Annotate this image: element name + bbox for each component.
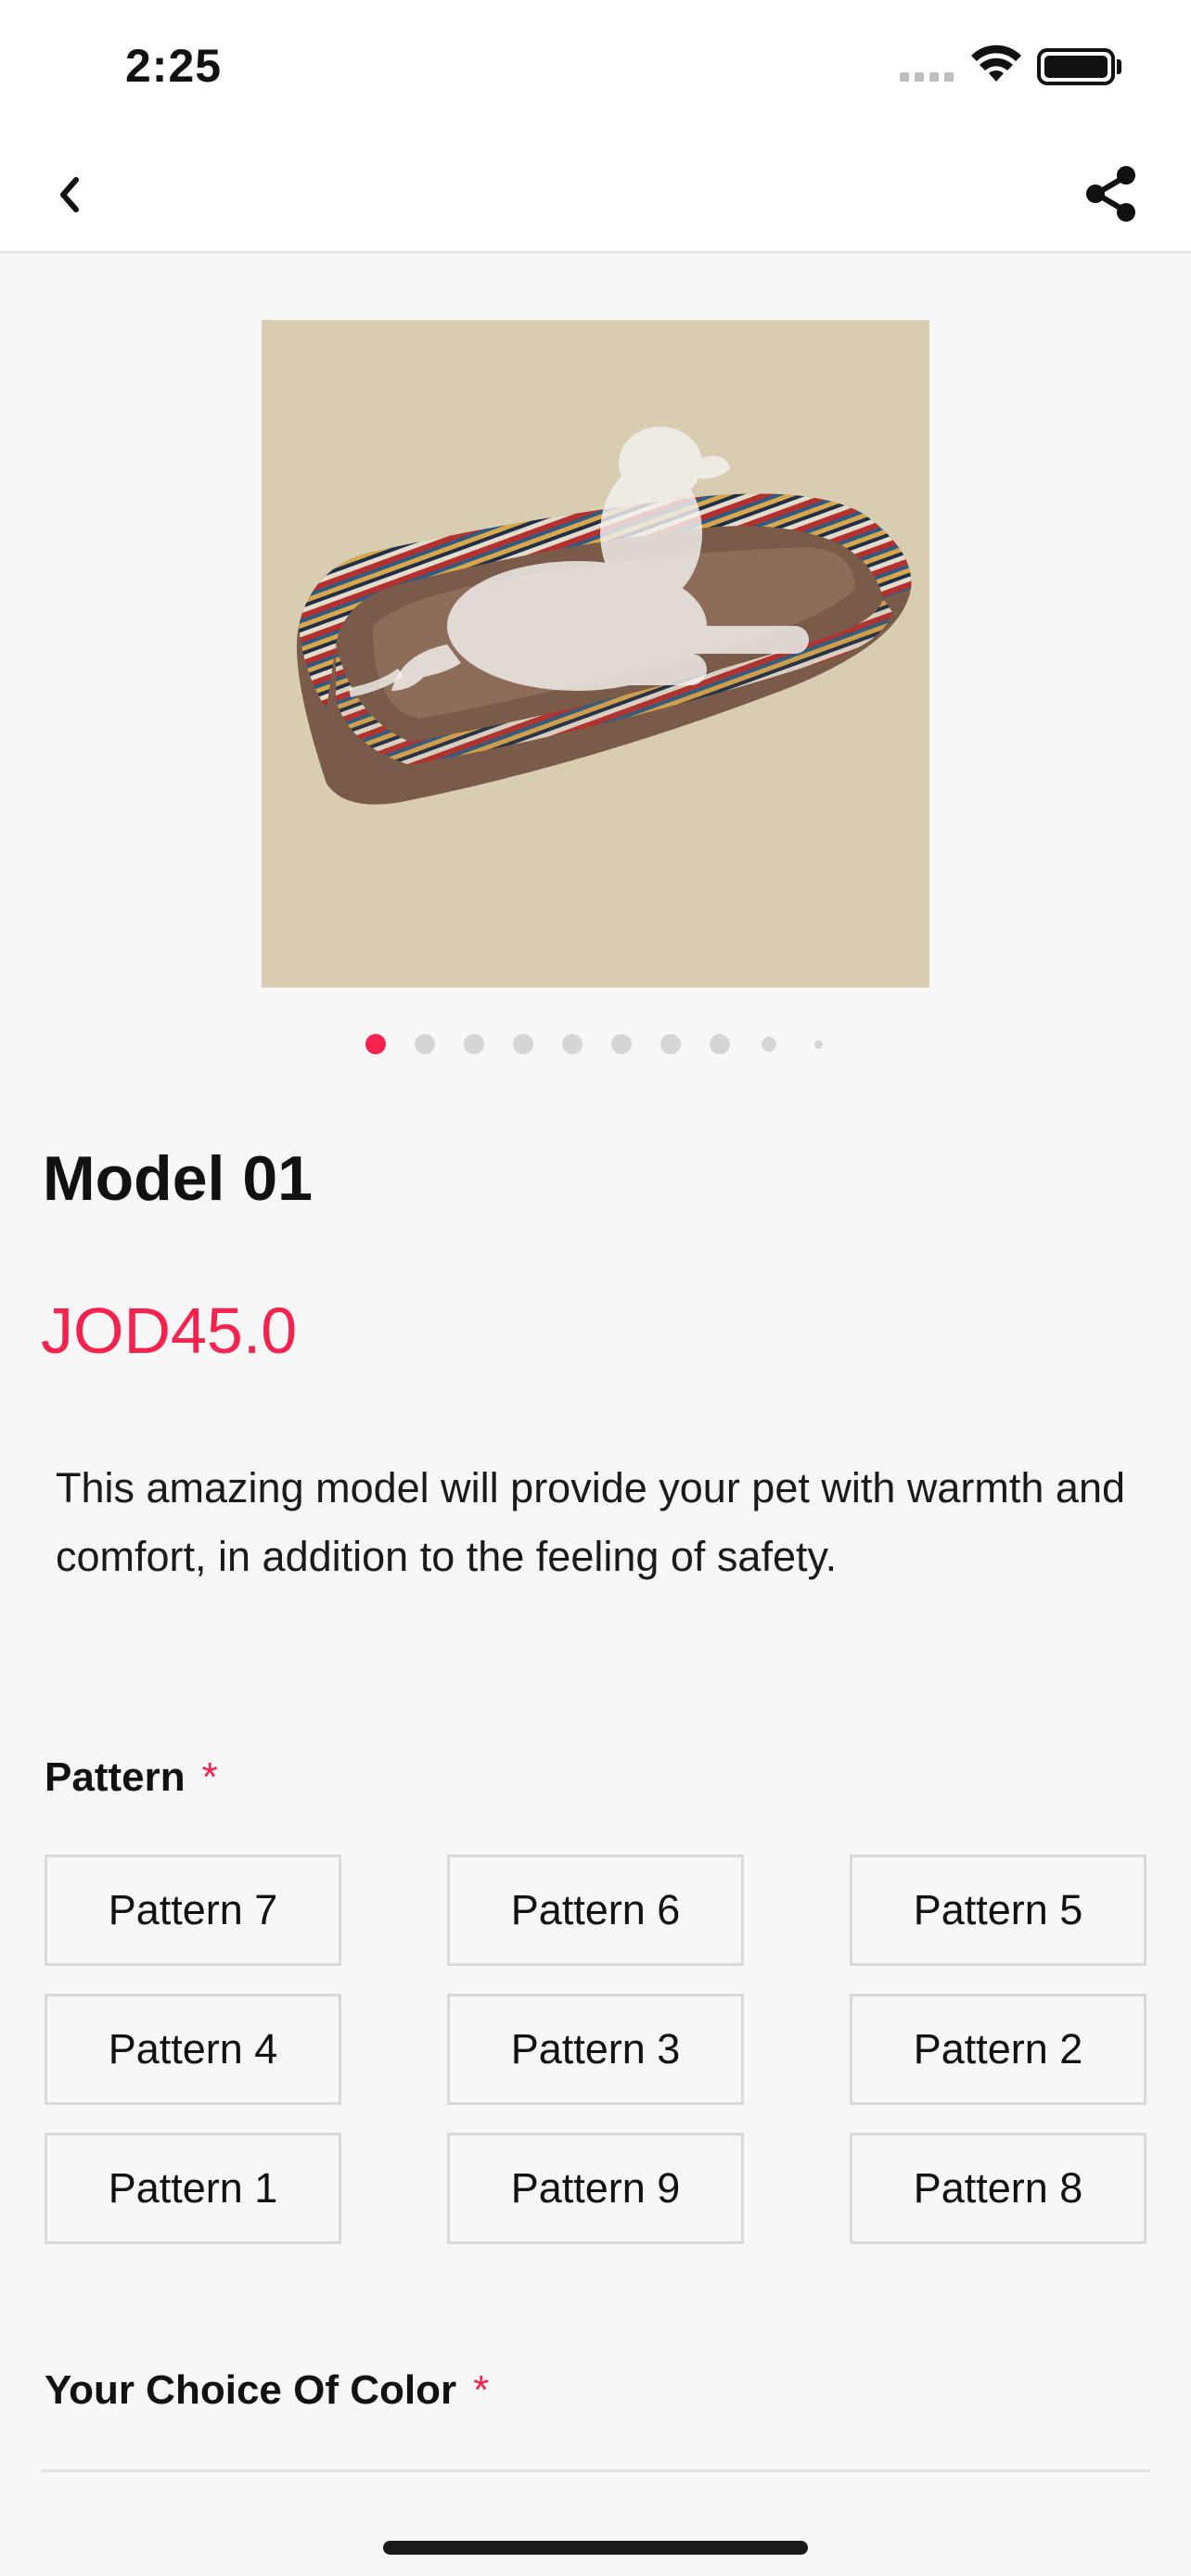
- pattern-options: Pattern 7 Pattern 6 Pattern 5 Pattern 4 …: [45, 1855, 1146, 2244]
- back-button[interactable]: [37, 162, 102, 227]
- status-bar: 2:25: [0, 0, 1191, 134]
- required-asterisk: *: [473, 2367, 490, 2413]
- share-icon: [1086, 166, 1135, 222]
- pattern-option[interactable]: Pattern 7: [45, 1855, 341, 1966]
- pager-dot[interactable]: [813, 1039, 823, 1049]
- pattern-option[interactable]: Pattern 6: [447, 1855, 744, 1966]
- chevron-left-icon: [60, 177, 79, 212]
- pager-dot[interactable]: [660, 1034, 681, 1054]
- pager-dot[interactable]: [513, 1034, 533, 1054]
- pattern-option[interactable]: Pattern 5: [850, 1855, 1146, 1966]
- product-description: This amazing model will provide your pet…: [56, 1464, 1125, 1580]
- pattern-label-text: Pattern: [45, 1754, 186, 1800]
- pager-dot-active[interactable]: [365, 1034, 386, 1054]
- color-label: Your Choice Of Color *: [45, 2367, 489, 2414]
- pager-dot[interactable]: [611, 1034, 632, 1054]
- pattern-option[interactable]: Pattern 1: [45, 2133, 341, 2244]
- pager-dot[interactable]: [464, 1034, 484, 1054]
- pager-dot[interactable]: [710, 1034, 730, 1054]
- product-title: Model 01: [43, 1143, 313, 1214]
- color-label-text: Your Choice Of Color: [45, 2367, 457, 2413]
- pattern-option[interactable]: Pattern 3: [447, 1994, 744, 2105]
- share-button[interactable]: [1076, 159, 1146, 229]
- pattern-option[interactable]: Pattern 2: [850, 1994, 1146, 2105]
- required-asterisk: *: [201, 1754, 218, 1800]
- pattern-option[interactable]: Pattern 8: [850, 2133, 1146, 2244]
- pet-bed-illustration: [297, 427, 912, 805]
- status-time: 2:25: [125, 40, 223, 92]
- battery-tip: [1117, 59, 1121, 74]
- pattern-option[interactable]: Pattern 4: [45, 1994, 341, 2105]
- pattern-label: Pattern *: [45, 1754, 218, 1801]
- home-indicator[interactable]: [383, 2541, 808, 2555]
- pager-dot[interactable]: [562, 1034, 583, 1054]
- pager-dot[interactable]: [762, 1037, 776, 1052]
- image-pager[interactable]: [0, 1033, 1191, 1055]
- wifi-icon: [971, 45, 1021, 82]
- battery-icon: [1037, 48, 1115, 85]
- color-select-field[interactable]: [41, 2469, 1150, 2472]
- pager-dot[interactable]: [415, 1034, 435, 1054]
- product-price: JOD45.0: [41, 1294, 298, 1367]
- cellular-signal-icon: [900, 72, 954, 82]
- nav-bar: [0, 134, 1191, 253]
- pattern-option[interactable]: Pattern 9: [447, 2133, 744, 2244]
- product-image[interactable]: [262, 320, 929, 988]
